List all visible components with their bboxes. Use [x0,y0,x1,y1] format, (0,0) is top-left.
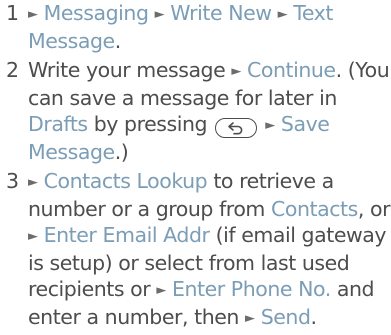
menu-send: Send [260,305,311,329]
menu-drafts: Drafts [28,112,88,136]
step-text: Write your message [28,58,226,82]
step-2: 2 Write your message ► Continue. (You ca… [6,57,391,165]
step-text: , or [357,197,391,221]
arrow-icon: ► [156,283,166,298]
step-number: 1 [6,1,19,25]
step-number: 2 [6,58,19,82]
arrow-icon: ► [28,229,38,244]
arrow-icon: ► [28,7,38,22]
back-key-icon [215,118,258,138]
menu-messaging: Messaging [43,1,149,25]
menu-continue: Continue [247,58,336,82]
menu-contacts-lookup: Contacts Lookup [43,169,208,193]
arrow-icon: ► [245,311,255,326]
step-text: by pressing [93,112,208,136]
arrow-icon: ► [28,175,38,190]
arrow-icon: ► [154,7,165,22]
step-1: 1 ► Messaging ► Write New ► Text Message… [6,1,333,53]
step-text: .) [114,140,129,164]
step-number: 3 [6,169,19,193]
arrow-icon: ► [231,64,241,79]
menu-write-new: Write New [170,1,272,25]
instruction-steps: 1 ► Messaging ► Write New ► Text Message… [6,0,391,335]
menu-enter-email: Enter Email Addr [43,223,210,247]
menu-enter-phone: Enter Phone No. [171,277,331,301]
step-text: . [310,305,318,329]
step-3: 3 ► Contacts Lookup to retrieve a number… [6,168,391,332]
menu-contacts: Contacts [271,197,358,221]
arrow-icon: ► [265,118,275,133]
arrow-icon: ► [277,7,288,22]
